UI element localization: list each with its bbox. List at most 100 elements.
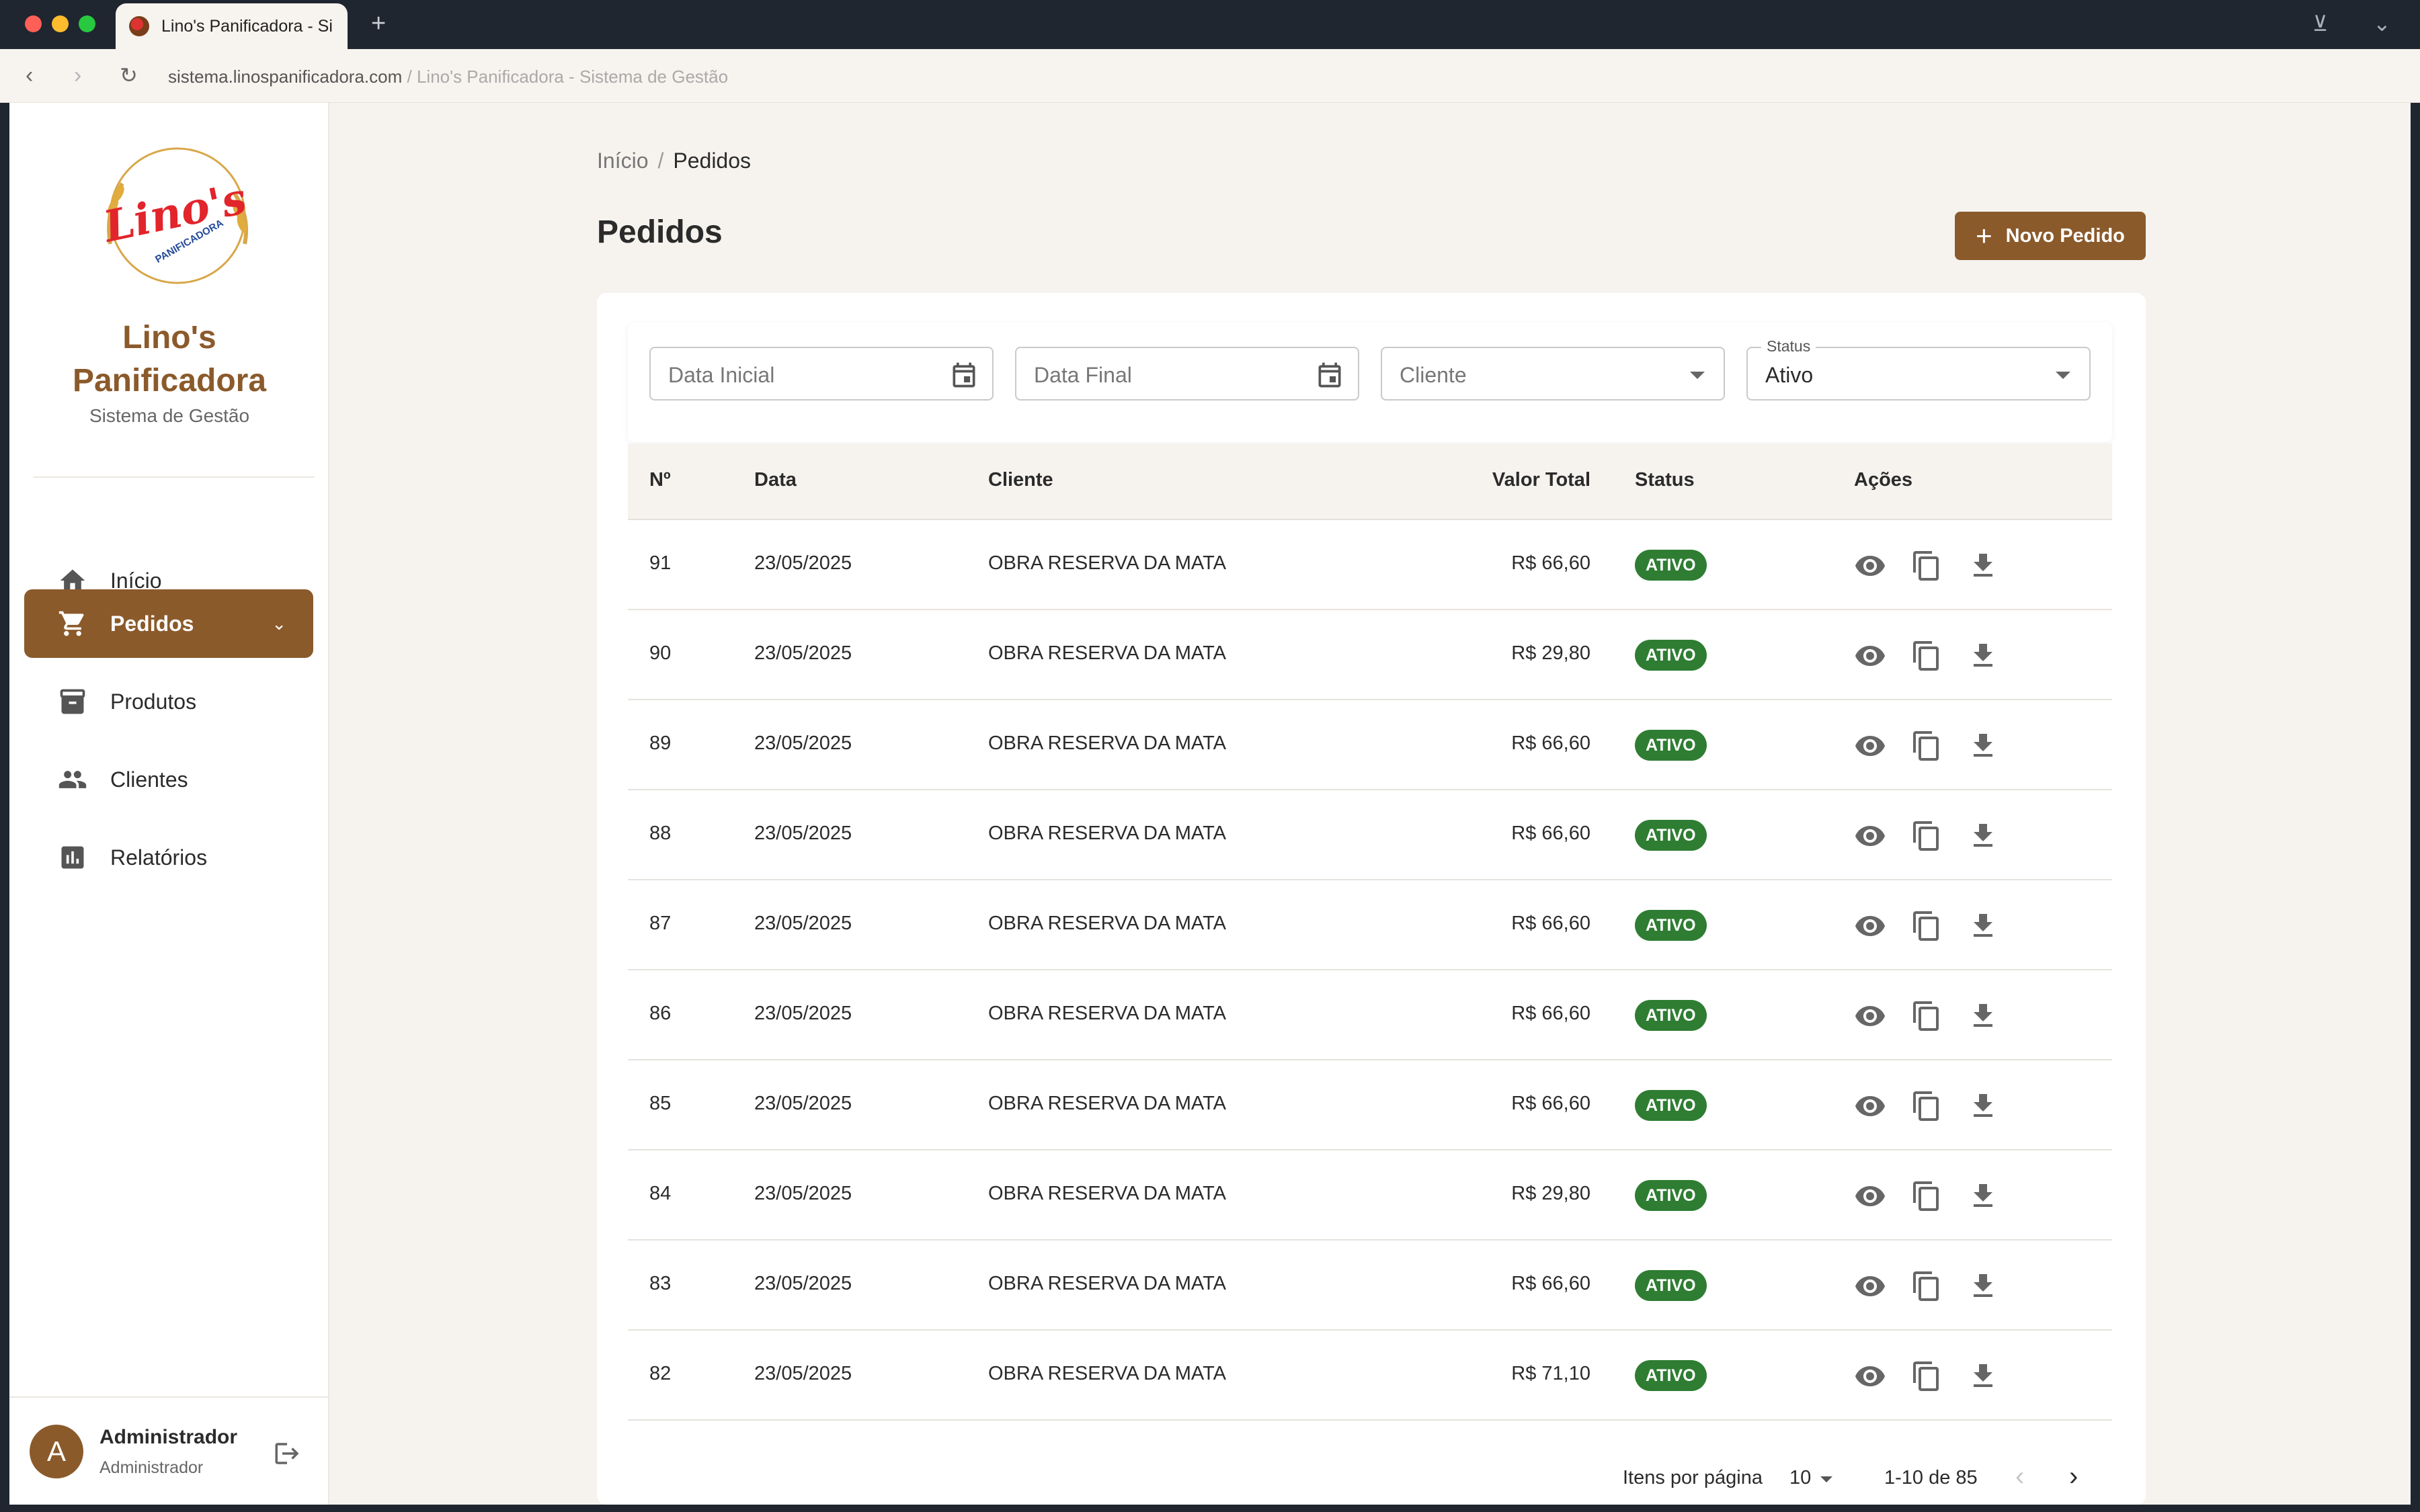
sidebar-item-produtos[interactable]: Produtos	[24, 667, 313, 736]
status-badge: ATIVO	[1635, 730, 1707, 761]
order-total: R$ 66,60	[1511, 1093, 1590, 1114]
page-size-select[interactable]: 10	[1789, 1467, 1811, 1489]
view-icon[interactable]	[1854, 1270, 1886, 1302]
view-icon[interactable]	[1854, 730, 1886, 762]
sidebar-item-clientes[interactable]: Clientes	[24, 745, 313, 814]
order-date: 23/05/2025	[754, 732, 852, 754]
brand-name: Lino's Panificadora	[9, 317, 329, 403]
brand-subtitle: Sistema de Gestão	[89, 405, 250, 426]
view-icon[interactable]	[1854, 1090, 1886, 1122]
order-number: 87	[649, 913, 672, 934]
table-row[interactable]: 90 23/05/2025 OBRA RESERVA DA MATA R$ 29,80…	[628, 610, 2112, 700]
download-icon[interactable]	[1967, 1270, 1999, 1302]
chevron-down-icon[interactable]	[1820, 1476, 1832, 1482]
pagination: Itens por página 10 1-10 de 85 ‹ ›	[597, 1452, 2146, 1505]
view-icon[interactable]	[1854, 640, 1886, 672]
order-number: 90	[649, 642, 672, 664]
download-icon[interactable]	[1967, 820, 1999, 852]
copy-icon[interactable]	[1910, 730, 1943, 762]
breadcrumb-home[interactable]: Início	[597, 149, 648, 173]
status-select[interactable]: Status Ativo	[1746, 337, 2091, 401]
calendar-icon[interactable]	[1315, 360, 1344, 390]
new-tab-button[interactable]: +	[371, 9, 386, 38]
filters-panel: Data Inicial Data Final Cliente Status A…	[628, 323, 2112, 442]
url-field[interactable]: sistema.linospanificadora.com / Lino's P…	[168, 67, 728, 87]
view-icon[interactable]	[1854, 910, 1886, 942]
copy-icon[interactable]	[1910, 1270, 1943, 1302]
close-window-button[interactable]	[25, 15, 42, 32]
forward-icon[interactable]: ›	[74, 62, 81, 89]
download-icon[interactable]: ⊻	[2312, 11, 2328, 36]
order-number: 84	[649, 1183, 672, 1204]
copy-icon[interactable]	[1910, 1360, 1943, 1392]
maximize-window-button[interactable]	[79, 15, 95, 32]
copy-icon[interactable]	[1910, 550, 1943, 582]
avatar[interactable]: A	[30, 1425, 83, 1478]
table-row[interactable]: 88 23/05/2025 OBRA RESERVA DA MATA R$ 66,60…	[628, 790, 2112, 880]
table-row[interactable]: 85 23/05/2025 OBRA RESERVA DA MATA R$ 66,60…	[628, 1060, 2112, 1150]
sidebar-item-relatorios[interactable]: Relatórios	[24, 823, 313, 892]
browser-tab[interactable]: Lino's Panificadora - Si	[116, 3, 348, 49]
download-icon[interactable]	[1967, 1090, 1999, 1122]
favicon-icon	[129, 16, 149, 36]
new-order-button[interactable]: + Novo Pedido	[1955, 212, 2146, 260]
brand-name-line1: Lino's	[122, 320, 216, 355]
back-icon[interactable]: ‹	[26, 62, 33, 89]
view-icon[interactable]	[1854, 1000, 1886, 1032]
sidebar-item-pedidos[interactable]: Pedidos ⌄	[24, 589, 313, 658]
status-value: Ativo	[1765, 363, 1814, 387]
page-title: Pedidos	[597, 214, 723, 250]
copy-icon[interactable]	[1910, 1090, 1943, 1122]
copy-icon[interactable]	[1910, 1180, 1943, 1212]
download-icon[interactable]	[1967, 550, 1999, 582]
chevron-down-icon[interactable]: ⌄	[272, 614, 286, 634]
plus-icon: +	[1976, 220, 1992, 251]
table-row[interactable]: 89 23/05/2025 OBRA RESERVA DA MATA R$ 66,60…	[628, 700, 2112, 790]
header-actions: Ações	[1854, 469, 1913, 491]
people-icon	[58, 771, 87, 788]
order-client: OBRA RESERVA DA MATA	[988, 1093, 1227, 1114]
next-page-icon[interactable]: ›	[2069, 1462, 2078, 1492]
start-date-field[interactable]: Data Inicial	[649, 347, 994, 401]
copy-icon[interactable]	[1910, 820, 1943, 852]
order-client: OBRA RESERVA DA MATA	[988, 913, 1227, 934]
download-icon[interactable]	[1967, 1360, 1999, 1392]
calendar-icon[interactable]	[949, 360, 979, 390]
breadcrumb-current: Pedidos	[673, 149, 752, 173]
download-icon[interactable]	[1967, 730, 1999, 762]
table-row[interactable]: 83 23/05/2025 OBRA RESERVA DA MATA R$ 66,60…	[628, 1241, 2112, 1331]
table-row[interactable]: 84 23/05/2025 OBRA RESERVA DA MATA R$ 29,80…	[628, 1150, 2112, 1241]
status-badge: ATIVO	[1635, 1270, 1707, 1301]
download-icon[interactable]	[1967, 1000, 1999, 1032]
view-icon[interactable]	[1854, 1360, 1886, 1392]
view-icon[interactable]	[1854, 550, 1886, 582]
new-order-label: Novo Pedido	[2005, 224, 2125, 247]
table-row[interactable]: 87 23/05/2025 OBRA RESERVA DA MATA R$ 66,60…	[628, 880, 2112, 970]
table-row[interactable]: 86 23/05/2025 OBRA RESERVA DA MATA R$ 66,60…	[628, 970, 2112, 1060]
logout-icon[interactable]	[273, 1439, 301, 1468]
client-select[interactable]: Cliente	[1381, 347, 1725, 401]
download-icon[interactable]	[1967, 1180, 1999, 1212]
header-date: Data	[754, 469, 797, 491]
tab-title: Lino's Panificadora - Si	[161, 16, 333, 36]
end-date-field[interactable]: Data Final	[1015, 347, 1359, 401]
previous-page-icon[interactable]: ‹	[2015, 1462, 2024, 1492]
minimize-window-button[interactable]	[52, 15, 69, 32]
order-total: R$ 29,80	[1511, 1183, 1590, 1204]
download-icon[interactable]	[1967, 640, 1999, 672]
table-row[interactable]: 82 23/05/2025 OBRA RESERVA DA MATA R$ 71,10…	[628, 1331, 2112, 1421]
copy-icon[interactable]	[1910, 1000, 1943, 1032]
status-label: Status	[1761, 337, 1816, 355]
view-icon[interactable]	[1854, 820, 1886, 852]
chevron-down-icon[interactable]: ⌄	[2373, 11, 2391, 36]
items-per-page-label: Itens por página	[1623, 1467, 1763, 1488]
window-frame	[0, 1505, 2420, 1512]
table-row[interactable]: 91 23/05/2025 OBRA RESERVA DA MATA R$ 66,60…	[628, 520, 2112, 610]
copy-icon[interactable]	[1910, 910, 1943, 942]
view-icon[interactable]	[1854, 1180, 1886, 1212]
chart-icon	[61, 846, 84, 869]
reload-icon[interactable]: ↻	[120, 62, 138, 88]
status-badge: ATIVO	[1635, 1360, 1707, 1391]
download-icon[interactable]	[1967, 910, 1999, 942]
copy-icon[interactable]	[1910, 640, 1943, 672]
